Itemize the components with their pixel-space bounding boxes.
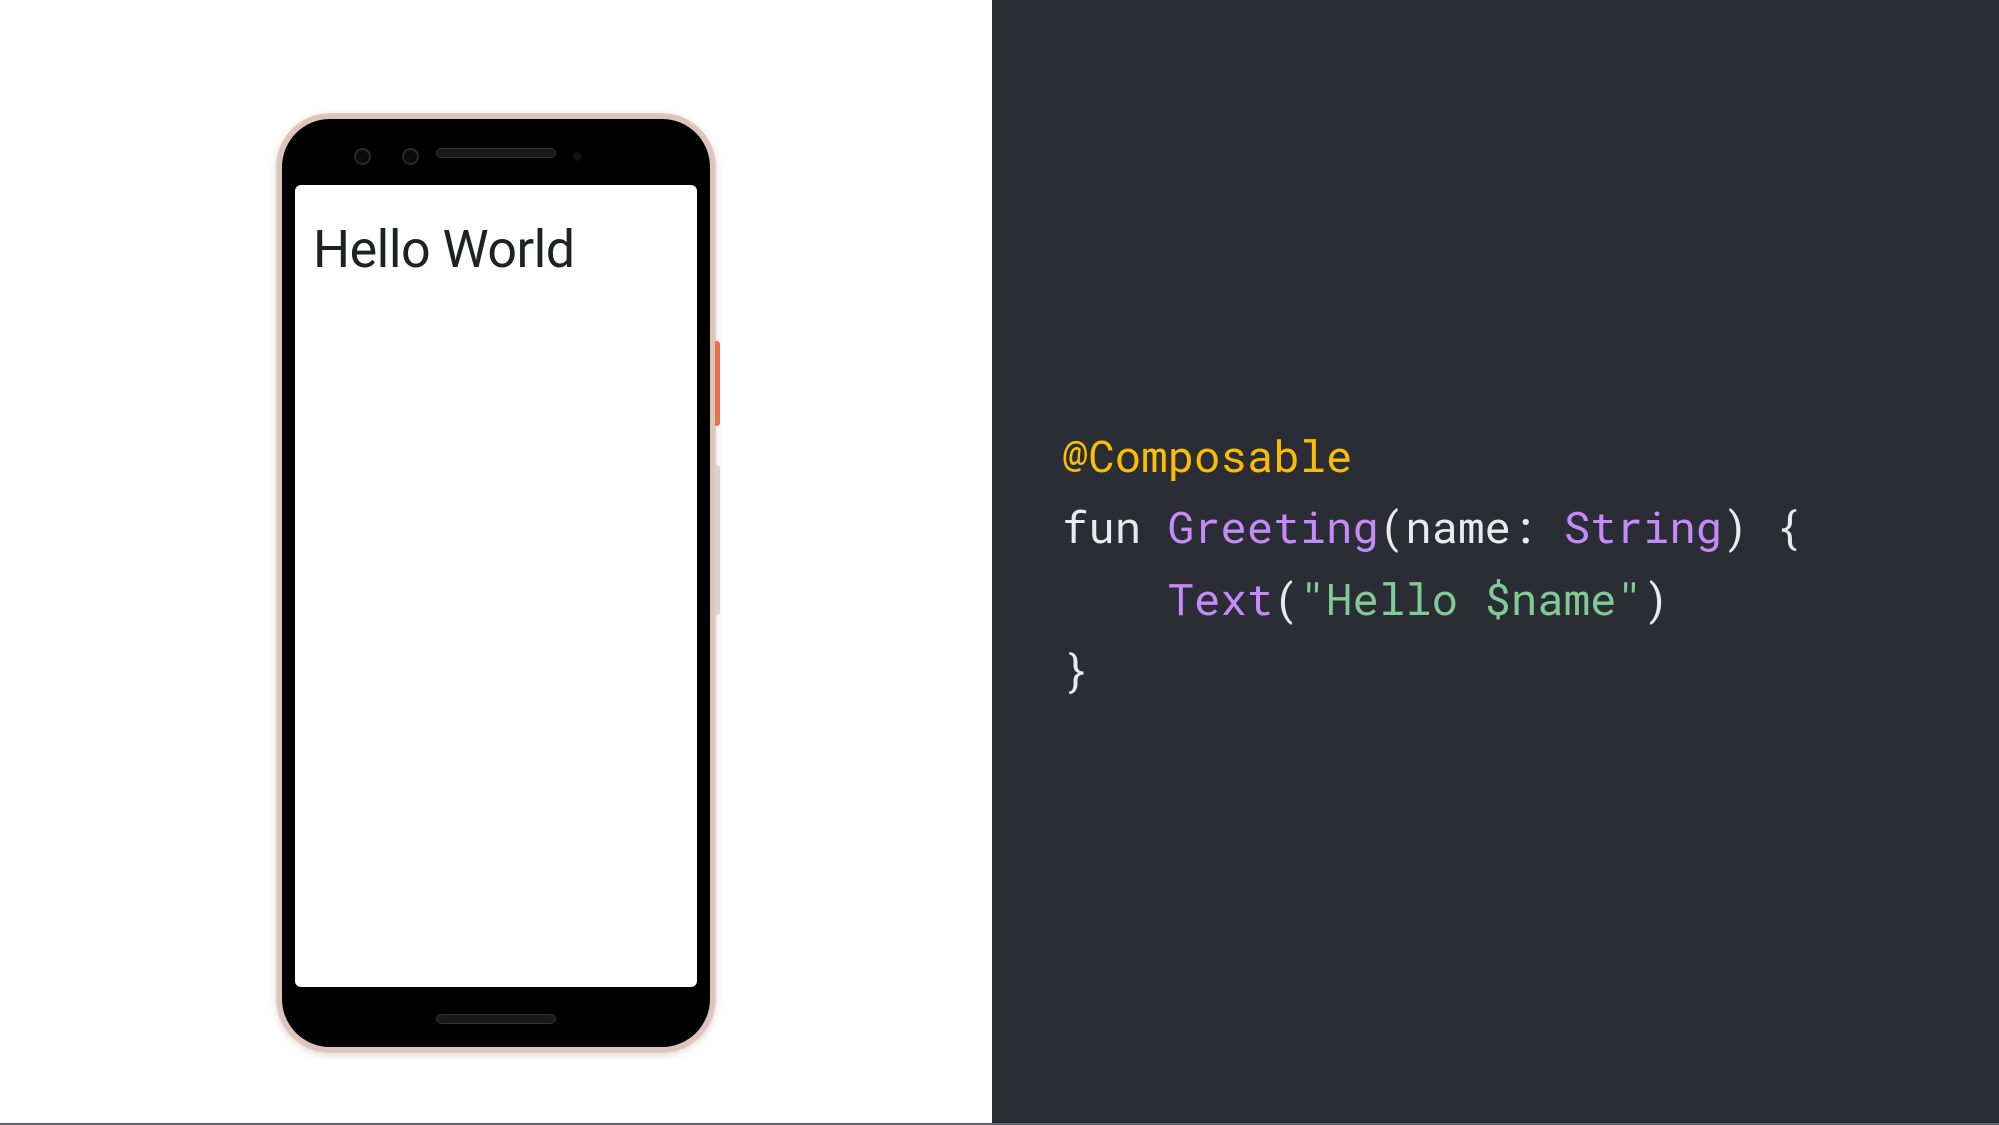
code-brace: }	[1062, 640, 1088, 698]
code-paren: )	[1643, 569, 1669, 627]
front-camera-icon	[402, 148, 419, 165]
front-camera-icon	[354, 148, 371, 165]
speaker-icon	[436, 148, 556, 158]
code-panel: @Composable fun Greeting(name: String) {…	[992, 0, 1999, 1125]
phone-frame: Hello World	[276, 113, 716, 1053]
code-colon: :	[1511, 497, 1537, 555]
code-param-name: name	[1405, 497, 1511, 555]
bottom-speaker-icon	[436, 1014, 556, 1024]
code-snippet: @Composable fun Greeting(name: String) {…	[1062, 420, 1801, 705]
code-keyword-fun: fun	[1062, 497, 1141, 555]
code-paren: (	[1379, 497, 1405, 555]
code-param-type: String	[1564, 497, 1722, 555]
phone-screen: Hello World	[295, 185, 697, 987]
phone-bezel: Hello World	[282, 119, 710, 1047]
volume-button-icon	[715, 465, 720, 615]
code-text-call: Text	[1168, 569, 1274, 627]
code-annotation: @Composable	[1062, 426, 1352, 484]
power-button-icon	[715, 341, 720, 426]
code-paren: )	[1722, 497, 1748, 555]
screen-greeting-text: Hello World	[313, 219, 679, 280]
code-paren: (	[1273, 569, 1299, 627]
code-function-name: Greeting	[1168, 497, 1379, 555]
code-string: "Hello $name"	[1300, 569, 1643, 627]
code-brace: {	[1775, 497, 1801, 555]
sensor-icon	[573, 152, 582, 161]
preview-panel: Hello World	[0, 0, 992, 1125]
